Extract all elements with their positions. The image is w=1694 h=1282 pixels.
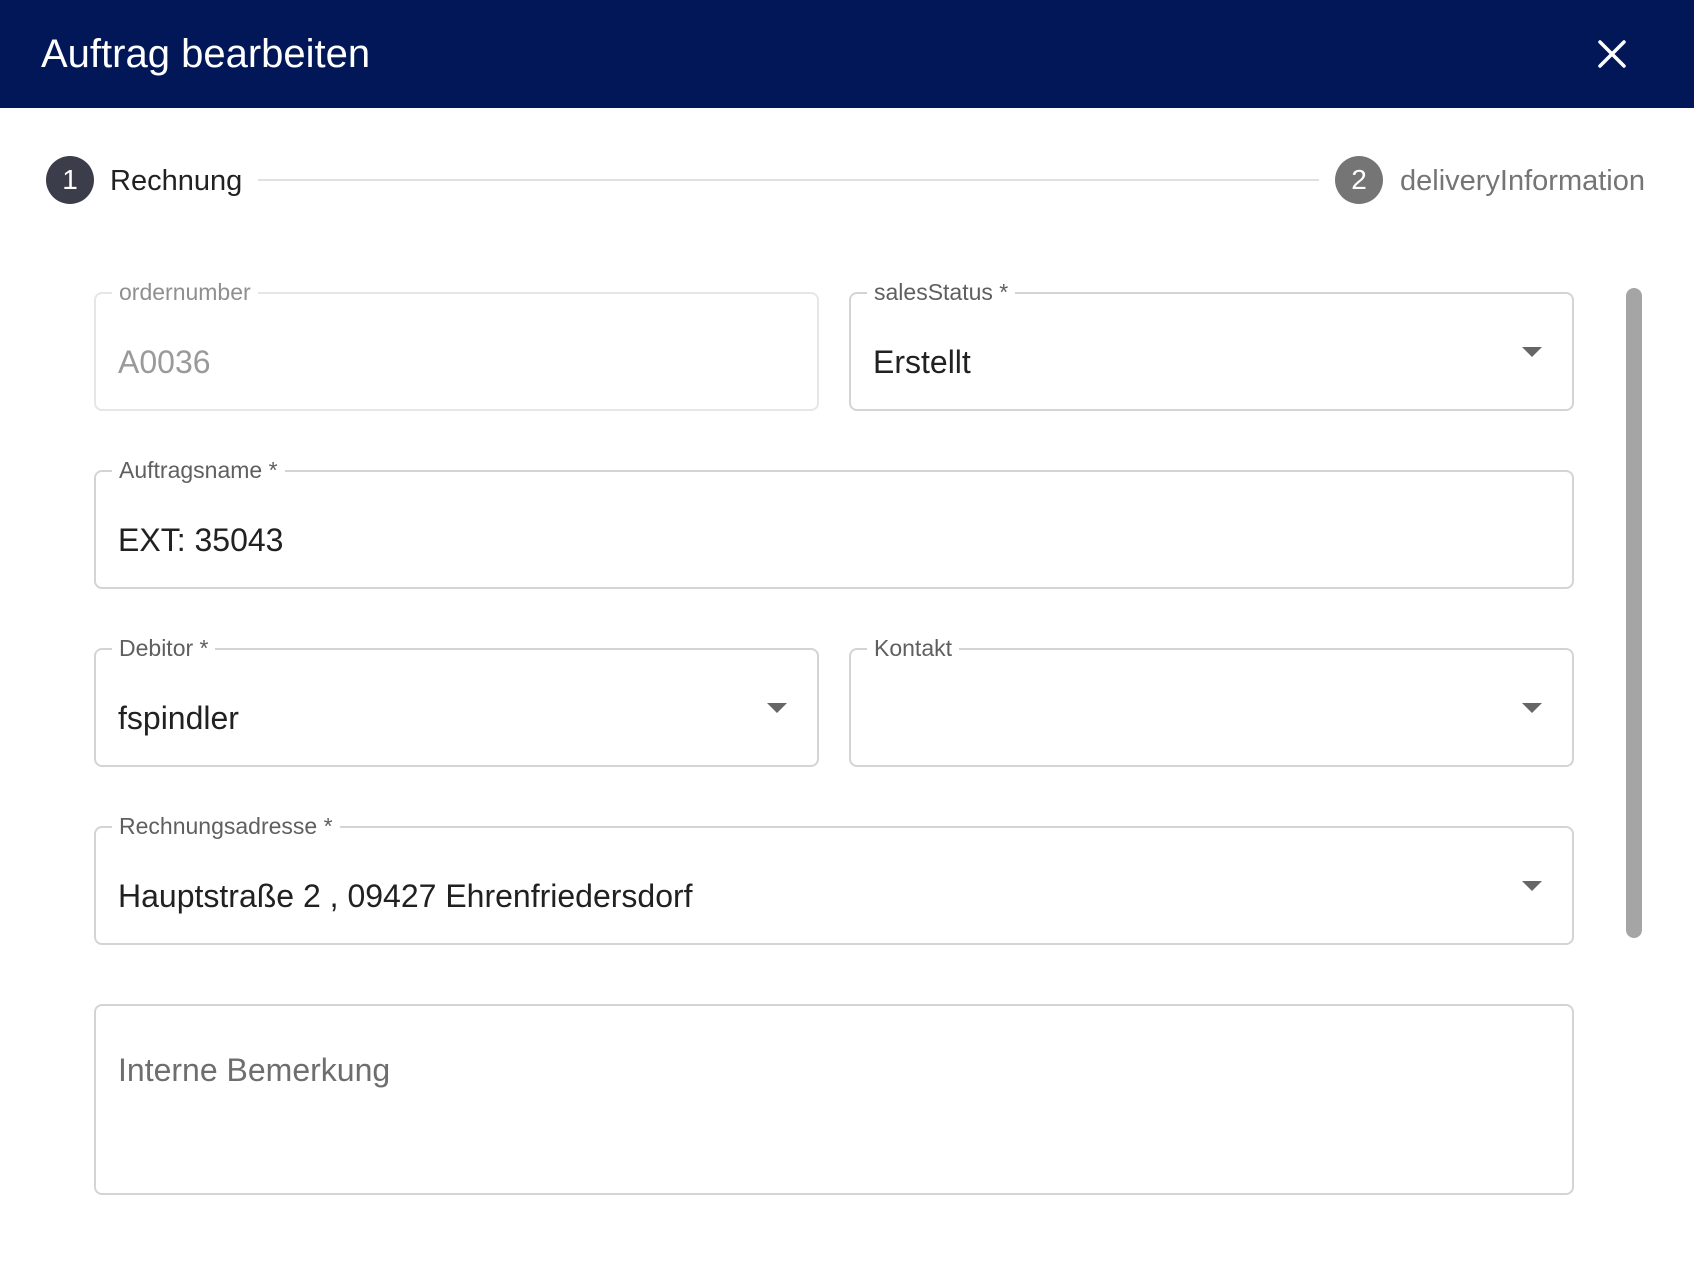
order-name-input[interactable]: Auftragsname * EXT: 35043 [94, 455, 1574, 589]
ordernumber-field: ordernumber A0036 [94, 277, 819, 411]
step-1-number[interactable]: 1 [46, 156, 94, 204]
edit-order-dialog: Auftrag bearbeiten 1 Rechnung 2 delivery… [0, 0, 1694, 1282]
internal-note-textarea[interactable]: Interne Bemerkung [94, 1004, 1574, 1195]
billing-address-value: Hauptstraße 2 , 09427 Ehrenfriedersdorf [118, 878, 693, 914]
contact-label: Kontakt [867, 633, 959, 663]
dialog-header: Auftrag bearbeiten [0, 0, 1694, 108]
chevron-down-icon[interactable] [1522, 881, 1542, 891]
dialog-title: Auftrag bearbeiten [41, 32, 371, 76]
step-2-number[interactable]: 2 [1335, 156, 1383, 204]
contact-select[interactable]: Kontakt [849, 633, 1574, 767]
debitor-value: fspindler [118, 700, 239, 736]
close-button[interactable] [1588, 30, 1636, 78]
order-name-label: Auftragsname * [112, 455, 285, 485]
sales-status-select[interactable]: salesStatus * Erstellt [849, 277, 1574, 411]
step-connector [258, 179, 1319, 181]
ordernumber-value: A0036 [118, 344, 211, 380]
step-2-label[interactable]: deliveryInformation [1400, 161, 1645, 201]
debitor-select[interactable]: Debitor * fspindler [94, 633, 819, 767]
billing-address-label: Rechnungsadresse * [112, 811, 340, 841]
chevron-down-icon[interactable] [767, 703, 787, 713]
scrollbar-thumb[interactable] [1626, 288, 1642, 938]
chevron-down-icon[interactable] [1522, 347, 1542, 357]
billing-address-select[interactable]: Rechnungsadresse * Hauptstraße 2 , 09427… [94, 811, 1574, 945]
order-name-value[interactable]: EXT: 35043 [118, 520, 283, 560]
chevron-down-icon[interactable] [1522, 703, 1542, 713]
sales-status-value: Erstellt [873, 344, 971, 380]
debitor-label: Debitor * [112, 633, 216, 663]
ordernumber-label: ordernumber [112, 277, 258, 307]
close-icon [1598, 40, 1626, 68]
step-1-label[interactable]: Rechnung [110, 161, 242, 201]
sales-status-label: salesStatus * [867, 277, 1016, 307]
internal-note-placeholder[interactable]: Interne Bemerkung [118, 1050, 390, 1090]
